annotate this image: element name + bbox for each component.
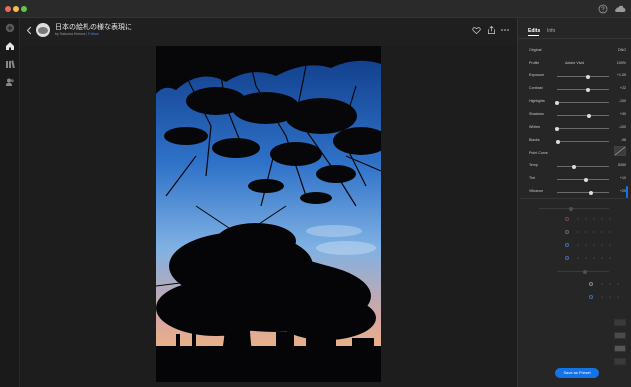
close-dot-icon[interactable]	[5, 6, 11, 12]
slider-value[interactable]: +10	[620, 176, 626, 180]
slider-value[interactable]: +1.09	[617, 73, 626, 77]
point-curve-icon[interactable]	[614, 146, 626, 156]
slider-row-contrast[interactable]: Contrast +22	[529, 85, 626, 93]
section-divider	[520, 198, 630, 199]
point-curve-row[interactable]: Point Curve	[529, 146, 626, 158]
back-icon[interactable]	[26, 26, 32, 35]
slider-handle[interactable]	[572, 164, 577, 169]
library-icon[interactable]	[5, 59, 15, 69]
more-icon[interactable]	[501, 28, 509, 32]
slider-value[interactable]: -96	[621, 138, 626, 142]
slider-row-tint[interactable]: Tint +10	[529, 175, 626, 183]
tab-info[interactable]: Info	[547, 28, 555, 34]
slider-label: Temp	[529, 163, 538, 167]
minimize-dot-icon[interactable]	[13, 6, 19, 12]
slider-track[interactable]	[557, 89, 609, 90]
zoom-dot-icon[interactable]	[21, 6, 27, 12]
slider-label: Tint	[529, 176, 535, 180]
slider-label: Whites	[529, 125, 540, 129]
slider-handle[interactable]	[586, 87, 591, 92]
slider-track[interactable]	[557, 141, 609, 142]
slider-handle[interactable]	[555, 126, 559, 131]
slider-label: Contrast	[529, 86, 543, 90]
left-nav-bar	[0, 18, 20, 387]
slider-handle[interactable]	[583, 177, 588, 182]
slider-track[interactable]	[557, 128, 609, 129]
dim-row	[529, 332, 626, 340]
profile-value[interactable]: Adobe Vivid	[565, 61, 584, 65]
photo-header: 日本の絵札の様な表現に by Sakuma Kimura | Follow	[20, 18, 517, 46]
slider-value[interactable]: -100	[619, 99, 626, 103]
share-icon[interactable]	[487, 25, 496, 35]
title-bar	[0, 0, 631, 18]
slider-value[interactable]: 5350	[618, 163, 626, 167]
dim-row	[529, 306, 626, 314]
slider-value[interactable]: +30	[620, 112, 626, 116]
photo-title: 日本の絵札の様な表現に	[55, 24, 132, 31]
slider-handle[interactable]	[589, 190, 594, 195]
original-label: Original	[529, 48, 542, 52]
profile-row[interactable]: Profile Adobe Vivid 100%	[529, 60, 626, 68]
dim-row	[529, 241, 626, 249]
dim-row	[529, 345, 626, 353]
follow-link[interactable]: Follow	[88, 32, 98, 36]
slider-track[interactable]	[557, 76, 609, 77]
dim-row	[529, 319, 626, 327]
slider-value[interactable]: -100	[619, 125, 626, 129]
app-window: 日本の絵札の様な表現に by Sakuma Kimura | Follow Ed…	[0, 0, 631, 387]
dim-row	[529, 267, 626, 275]
slider-row-whites[interactable]: Whites -100	[529, 124, 626, 132]
slider-handle[interactable]	[556, 139, 561, 144]
author-byline: by Sakuma Kimura	[55, 32, 86, 36]
slider-label: Exposure	[529, 73, 545, 77]
photo-image[interactable]	[156, 46, 381, 382]
help-icon[interactable]	[598, 4, 608, 14]
slider-track[interactable]	[557, 115, 609, 116]
slider-row-shadows[interactable]: Shadows +30	[529, 111, 626, 119]
avatar[interactable]	[36, 23, 50, 37]
slider-handle[interactable]	[555, 100, 559, 105]
slider-label: Vibrance	[529, 189, 544, 193]
original-value: DNG	[618, 48, 626, 52]
dim-row	[529, 204, 626, 212]
tab-edits[interactable]: Edits	[528, 28, 540, 34]
slider-row-temp[interactable]: Temp 5350	[529, 162, 626, 170]
add-icon[interactable]	[5, 23, 15, 33]
slider-label: Shadows	[529, 112, 544, 116]
slider-value[interactable]: +22	[620, 86, 626, 90]
original-row[interactable]: Original DNG	[529, 47, 626, 55]
dim-row	[529, 215, 626, 223]
tab-divider	[518, 38, 631, 39]
slider-row-exposure[interactable]: Exposure +1.09	[529, 72, 626, 80]
edit-panel: Edits Info Original DNG Profile Adobe Vi…	[517, 18, 631, 387]
save-as-preset-button[interactable]: Save as Preset	[555, 368, 599, 378]
dim-row	[529, 228, 626, 236]
slider-row-blacks[interactable]: Blacks -96	[529, 137, 626, 145]
slider-handle[interactable]	[586, 74, 591, 79]
slider-track[interactable]	[557, 102, 609, 103]
slider-label: Highlights	[529, 99, 545, 103]
dim-row	[529, 358, 626, 366]
dim-row	[529, 293, 626, 301]
slider-label: Blacks	[529, 138, 540, 142]
profile-amount: 100%	[616, 61, 626, 65]
heart-icon[interactable]	[472, 26, 481, 35]
cloud-icon[interactable]	[614, 4, 626, 14]
home-icon[interactable]	[5, 41, 15, 51]
slider-track[interactable]	[557, 166, 609, 167]
slider-row-vibrance[interactable]: Vibrance +20	[529, 188, 626, 196]
profile-label: Profile	[529, 61, 540, 65]
slider-row-highlights[interactable]: Highlights -100	[529, 98, 626, 106]
people-icon[interactable]	[5, 77, 15, 87]
tab-edits-underline	[528, 35, 539, 36]
slider-handle[interactable]	[587, 113, 592, 118]
dim-row	[529, 280, 626, 288]
dim-row	[529, 254, 626, 262]
slider-track[interactable]	[557, 192, 609, 193]
scroll-indicator[interactable]	[626, 186, 628, 198]
point-curve-label: Point Curve	[529, 151, 548, 155]
